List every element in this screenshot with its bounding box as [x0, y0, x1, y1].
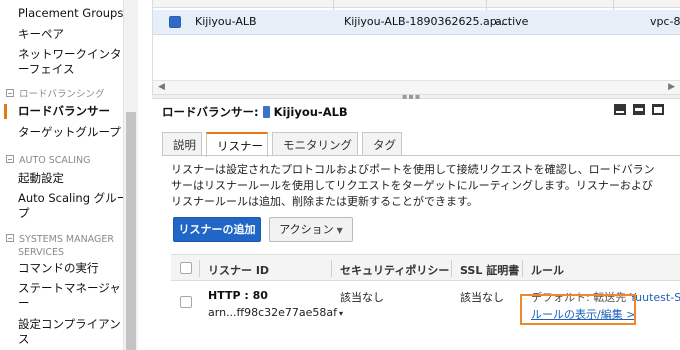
select-all-checkbox[interactable] [180, 262, 192, 274]
app-root: Placement Groups キーペア ネットワークインタ ーフェイス ロー… [0, 0, 680, 350]
sidebar-item-label: プ [18, 206, 30, 220]
sidebar-item-label: 設定コンプライアン [18, 317, 121, 331]
section-label: SERVICES [18, 247, 65, 258]
section-label: AUTO SCALING [19, 155, 91, 166]
security-policy-value: 該当なし [340, 291, 384, 304]
load-balancer-icon [262, 106, 270, 118]
sidebar-item-key-pairs[interactable]: キーペア [18, 27, 64, 42]
lb-vpc: vpc-8 [650, 15, 680, 28]
collapse-icon [6, 234, 14, 242]
section-label: ロードバランシング [19, 89, 105, 100]
table-header: リスナー ID セキュリティポリシー SSL 証明書 ルール [171, 254, 680, 281]
scrollbar-thumb[interactable] [126, 112, 136, 350]
title-name: Kijiyou-ALB [273, 105, 348, 119]
section-label: SYSTEMS MANAGER [19, 234, 115, 245]
listener-arn[interactable]: arn...ff98c32e77ae58af ▾ [208, 306, 343, 319]
drag-handle-icon: ▪▪▪ [402, 92, 422, 101]
sidebar-section-systems-manager[interactable]: SYSTEMS MANAGER SERVICES [6, 233, 114, 259]
sidebar-scrollbar[interactable] [123, 0, 138, 350]
sidebar-item-label: ーフェイス [18, 62, 75, 76]
chevron-down-icon: ▼ [336, 226, 343, 235]
header-security-policy[interactable]: セキュリティポリシー [340, 262, 449, 278]
add-listener-button[interactable]: リスナーの追加 [173, 217, 261, 242]
active-indicator [4, 104, 7, 119]
sidebar-item-load-balancers[interactable]: ロードバランサー [18, 104, 110, 119]
actions-label: アクション [279, 223, 334, 236]
collapse-icon [6, 89, 14, 97]
header-ssl-certificate[interactable]: SSL 証明書 [460, 262, 519, 278]
lb-name: Kijiyou-ALB [195, 15, 257, 28]
title-prefix: ロードバランサー: [162, 105, 259, 119]
full-panel-view-icon[interactable] [652, 104, 664, 115]
sidebar-section-auto-scaling[interactable]: AUTO SCALING [6, 154, 90, 167]
scroll-left-icon[interactable]: ◀ [158, 82, 165, 92]
listener-id: HTTP : 80 [208, 289, 268, 302]
sidebar-item-network-interfaces[interactable]: ネットワークインタ ーフェイス [18, 47, 122, 77]
column-divider [331, 260, 332, 277]
collapse-icon [6, 155, 14, 163]
tab-description[interactable]: 説明 [162, 132, 202, 156]
lb-state: active [495, 15, 529, 28]
sidebar-item-launch-configurations[interactable]: 起動設定 [18, 171, 64, 186]
ssl-certificate-value: 該当なし [460, 291, 504, 304]
listener-description: リスナーは設定されたプロトコルおよびポートを使用して接続リクエストを確認し、ロー… [171, 163, 655, 208]
column-divider [451, 260, 452, 277]
tab-tags[interactable]: タグ [362, 132, 402, 156]
sidebar-item-label: ス [18, 332, 30, 346]
sidebar-item-run-command[interactable]: コマンドの実行 [18, 261, 99, 276]
tab-monitoring[interactable]: モニタリング [272, 132, 358, 156]
scroll-right-icon[interactable]: ▶ [668, 82, 675, 92]
row-checkbox[interactable] [180, 296, 192, 308]
rule-target-link[interactable]: Yuutest-S [630, 291, 680, 304]
tab-listeners[interactable]: リスナー [206, 132, 268, 157]
tab-divider [162, 155, 680, 156]
column-divider [522, 260, 523, 277]
sidebar-item-label: ステートマネージャ [18, 281, 121, 295]
actions-button[interactable]: アクション ▼ [269, 217, 353, 242]
highlight-annotation-box [520, 294, 636, 325]
header-listener-id[interactable]: リスナー ID [208, 262, 269, 278]
sidebar-item-label: Auto Scaling グルー [18, 191, 129, 205]
bottom-panel-view-icon[interactable] [614, 104, 626, 115]
load-balancer-list: Kijiyou-ALB Kijiyou-ALB-1890362625.ap-..… [152, 0, 680, 96]
sidebar-item-placement-groups[interactable]: Placement Groups [18, 6, 123, 21]
sidebar-item-state-manager[interactable]: ステートマネージャ ー [18, 281, 121, 311]
table-row[interactable]: Kijiyou-ALB Kijiyou-ALB-1890362625.ap-..… [153, 10, 680, 35]
split-view-icon[interactable] [633, 104, 645, 115]
detail-title: ロードバランサー: Kijiyou-ALB [162, 104, 348, 120]
sidebar-item-target-groups[interactable]: ターゲットグループ [18, 125, 121, 140]
sidebar-item-auto-scaling-groups[interactable]: Auto Scaling グルー プ [18, 191, 128, 221]
sidebar: Placement Groups キーペア ネットワークインタ ーフェイス ロー… [0, 0, 138, 350]
chevron-down-icon: ▾ [339, 309, 344, 318]
sidebar-item-label: ー [18, 296, 30, 310]
lb-dns-name: Kijiyou-ALB-1890362625.ap-... [344, 15, 512, 28]
list-header [153, 0, 680, 8]
panel-resize-handle[interactable]: ▪▪▪ [152, 92, 680, 101]
arn-text: arn...ff98c32e77ae58af [208, 306, 338, 319]
sidebar-item-label: ネットワークインタ [18, 47, 122, 61]
sidebar-section-load-balancing[interactable]: ロードバランシング [6, 88, 105, 101]
header-rules[interactable]: ルール [531, 262, 564, 278]
row-checkbox[interactable] [169, 16, 181, 28]
column-divider [199, 260, 200, 277]
sidebar-item-config-compliance[interactable]: 設定コンプライアン ス [18, 317, 121, 347]
